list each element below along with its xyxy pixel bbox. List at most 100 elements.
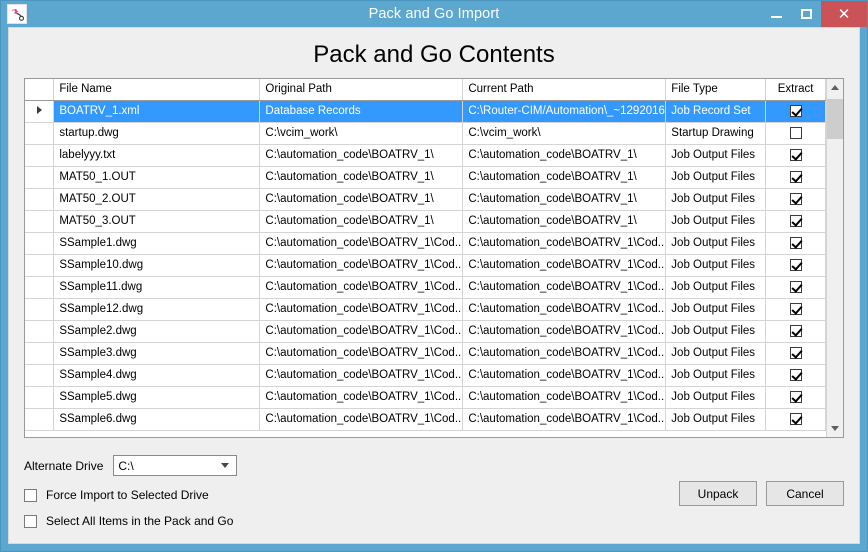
cell-original-path[interactable]: C:\automation_code\BOATRV_1\Cod... (260, 276, 463, 298)
row-header-cell[interactable] (25, 122, 54, 144)
cell-original-path[interactable]: Database Records (260, 100, 463, 122)
cell-current-path[interactable]: C:\automation_code\BOATRV_1\ (463, 144, 666, 166)
table-row[interactable]: MAT50_3.OUTC:\automation_code\BOATRV_1\C… (25, 210, 826, 232)
cell-original-path[interactable]: C:\automation_code\BOATRV_1\Cod... (260, 254, 463, 276)
cell-current-path[interactable]: C:\automation_code\BOATRV_1\ (463, 210, 666, 232)
table-row[interactable]: SSample5.dwgC:\automation_code\BOATRV_1\… (25, 386, 826, 408)
table-row[interactable]: MAT50_2.OUTC:\automation_code\BOATRV_1\C… (25, 188, 826, 210)
cell-file-type[interactable]: Job Output Files (666, 298, 766, 320)
row-header-cell[interactable] (25, 364, 54, 386)
cell-file-type[interactable]: Job Output Files (666, 166, 766, 188)
cell-extract[interactable] (766, 100, 826, 122)
cell-extract[interactable] (766, 166, 826, 188)
column-header-original-path[interactable]: Original Path (260, 79, 463, 100)
row-header-cell[interactable] (25, 276, 54, 298)
cell-original-path[interactable]: C:\automation_code\BOATRV_1\Cod... (260, 232, 463, 254)
extract-checkbox[interactable] (790, 413, 802, 425)
extract-checkbox[interactable] (790, 259, 802, 271)
cell-current-path[interactable]: C:\automation_code\BOATRV_1\Cod... (463, 276, 666, 298)
table-row[interactable]: SSample6.dwgC:\automation_code\BOATRV_1\… (25, 408, 826, 430)
cell-file-type[interactable]: Job Output Files (666, 254, 766, 276)
table-row[interactable]: labelyyy.txt C:\automation_code\BOATRV_1\… (25, 144, 826, 166)
title-bar[interactable]: Pack and Go Import ✕ (1, 1, 867, 27)
cell-current-path[interactable]: C:\automation_code\BOATRV_1\ (463, 166, 666, 188)
cell-extract[interactable] (766, 320, 826, 342)
cell-current-path[interactable]: C:\automation_code\BOATRV_1\Cod... (463, 320, 666, 342)
cell-file-type[interactable]: Job Output Files (666, 342, 766, 364)
row-header-cell[interactable] (25, 188, 54, 210)
cell-file-name[interactable]: SSample12.dwg (54, 298, 260, 320)
table-row[interactable]: SSample3.dwgC:\automation_code\BOATRV_1\… (25, 342, 826, 364)
cell-file-name[interactable]: SSample11.dwg (54, 276, 260, 298)
cell-file-name[interactable]: MAT50_3.OUT (54, 210, 260, 232)
row-header-cell[interactable] (25, 320, 54, 342)
cell-file-name[interactable]: BOATRV_1.xml (54, 100, 260, 122)
cell-file-name[interactable]: SSample3.dwg (54, 342, 260, 364)
row-header-cell[interactable] (25, 298, 54, 320)
column-header-current-path[interactable]: Current Path (463, 79, 666, 100)
extract-checkbox[interactable] (790, 303, 802, 315)
cancel-button[interactable]: Cancel (766, 481, 844, 506)
cell-original-path[interactable]: C:\vcim_work\ (260, 122, 463, 144)
cell-file-type[interactable]: Job Output Files (666, 276, 766, 298)
row-header-cell[interactable] (25, 408, 54, 430)
extract-checkbox[interactable] (790, 281, 802, 293)
cell-extract[interactable] (766, 188, 826, 210)
column-header-file-type[interactable]: File Type (666, 79, 766, 100)
table-row[interactable]: SSample12.dwgC:\automation_code\BOATRV_1… (25, 298, 826, 320)
extract-checkbox[interactable] (790, 237, 802, 249)
select-all-checkbox[interactable] (24, 515, 37, 528)
table-row[interactable]: SSample1.dwgC:\automation_code\BOATRV_1\… (25, 232, 826, 254)
grid-vertical-scrollbar[interactable] (826, 79, 843, 437)
table-row[interactable]: SSample2.dwgC:\automation_code\BOATRV_1\… (25, 320, 826, 342)
cell-extract[interactable] (766, 364, 826, 386)
cell-original-path[interactable]: C:\automation_code\BOATRV_1\ (260, 188, 463, 210)
cell-file-type[interactable]: Job Output Files (666, 386, 766, 408)
scrollbar-track[interactable] (827, 96, 843, 420)
extract-checkbox[interactable] (790, 171, 802, 183)
scroll-up-button[interactable] (827, 79, 843, 96)
extract-checkbox[interactable] (790, 325, 802, 337)
cell-original-path[interactable]: C:\automation_code\BOATRV_1\ (260, 210, 463, 232)
cell-original-path[interactable]: C:\automation_code\BOATRV_1\Cod... (260, 408, 463, 430)
extract-checkbox[interactable] (790, 127, 802, 139)
scrollbar-thumb[interactable] (827, 99, 843, 139)
cell-file-name[interactable]: SSample10.dwg (54, 254, 260, 276)
cell-original-path[interactable]: C:\automation_code\BOATRV_1\ (260, 166, 463, 188)
close-button[interactable]: ✕ (821, 1, 867, 27)
cell-file-name[interactable]: SSample2.dwg (54, 320, 260, 342)
cell-current-path[interactable]: C:\automation_code\BOATRV_1\ (463, 188, 666, 210)
extract-checkbox[interactable] (790, 149, 802, 161)
table-row[interactable]: startup.dwgC:\vcim_work\C:\vcim_work\Sta… (25, 122, 826, 144)
cell-original-path[interactable]: C:\automation_code\BOATRV_1\Cod... (260, 386, 463, 408)
select-all-checkbox-row[interactable]: Select All Items in the Pack and Go (24, 514, 844, 528)
cell-extract[interactable] (766, 122, 826, 144)
extract-checkbox[interactable] (790, 193, 802, 205)
cell-file-type[interactable]: Job Output Files (666, 232, 766, 254)
cell-original-path[interactable]: C:\automation_code\BOATRV_1\Cod... (260, 298, 463, 320)
row-header-cell[interactable] (25, 342, 54, 364)
row-header-cell[interactable] (25, 100, 54, 122)
force-import-checkbox[interactable] (24, 489, 37, 502)
cell-current-path[interactable]: C:\Router-CIM/Automation\_~1292016\ (463, 100, 666, 122)
cell-file-name[interactable]: SSample5.dwg (54, 386, 260, 408)
row-header-cell[interactable] (25, 386, 54, 408)
table-row[interactable]: MAT50_1.OUTC:\automation_code\BOATRV_1\C… (25, 166, 826, 188)
cell-extract[interactable] (766, 144, 826, 166)
cell-current-path[interactable]: C:\automation_code\BOATRV_1\Cod... (463, 298, 666, 320)
cell-current-path[interactable]: C:\automation_code\BOATRV_1\Cod... (463, 386, 666, 408)
column-header-extract[interactable]: Extract (766, 79, 826, 100)
table-row[interactable]: SSample10.dwgC:\automation_code\BOATRV_1… (25, 254, 826, 276)
alternate-drive-select[interactable]: C:\ (113, 455, 237, 476)
cell-file-type[interactable]: Job Record Set (666, 100, 766, 122)
row-header-cell[interactable] (25, 254, 54, 276)
cell-file-name[interactable]: labelyyy.txt (54, 144, 260, 166)
cell-extract[interactable] (766, 210, 826, 232)
cell-extract[interactable] (766, 342, 826, 364)
unpack-button[interactable]: Unpack (679, 481, 757, 506)
cell-original-path[interactable]: C:\automation_code\BOATRV_1\Cod... (260, 320, 463, 342)
cell-file-type[interactable]: Job Output Files (666, 364, 766, 386)
row-header-cell[interactable] (25, 232, 54, 254)
cell-extract[interactable] (766, 232, 826, 254)
cell-file-type[interactable]: Job Output Files (666, 188, 766, 210)
